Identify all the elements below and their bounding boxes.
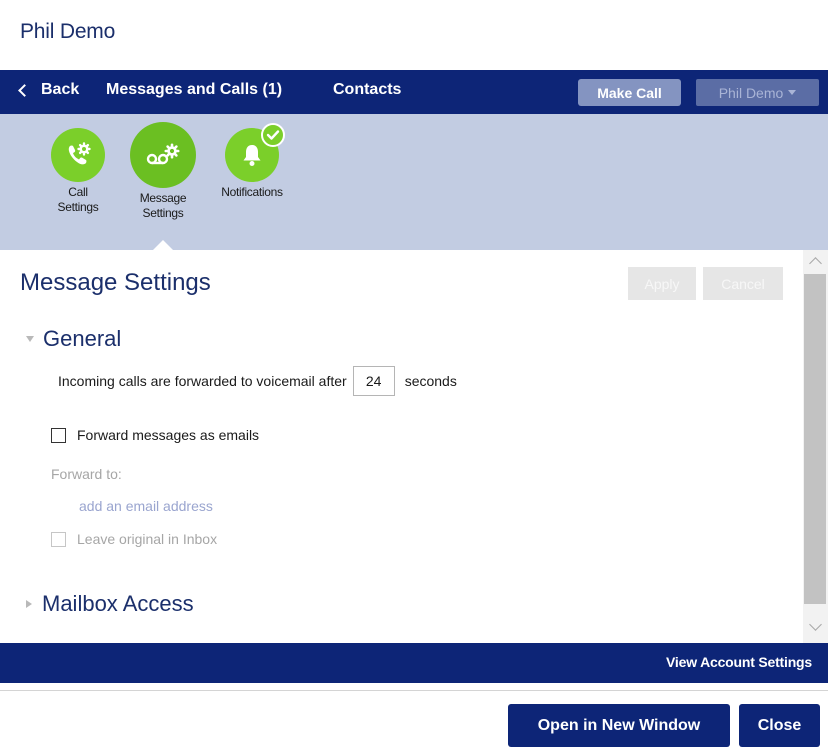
call-settings-circle bbox=[51, 128, 105, 182]
top-navbar: Back Messages and Calls (1) Contacts Mak… bbox=[0, 70, 828, 114]
notifications-circle bbox=[225, 123, 285, 182]
footer-divider bbox=[0, 690, 828, 691]
caret-down-icon bbox=[788, 90, 797, 95]
check-icon bbox=[266, 130, 280, 140]
forward-emails-label: Forward messages as emails bbox=[77, 427, 260, 443]
general-section-label: General bbox=[43, 326, 122, 351]
open-in-new-window-button[interactable]: Open in New Window bbox=[508, 704, 730, 747]
leave-original-checkbox[interactable] bbox=[51, 531, 66, 547]
close-button[interactable]: Close bbox=[739, 704, 820, 747]
call-settings-label: Call Settings bbox=[57, 185, 99, 214]
message-settings-item[interactable]: Message Settings bbox=[130, 122, 196, 221]
content-scrollbar[interactable] bbox=[803, 250, 828, 643]
check-badge bbox=[261, 123, 285, 147]
user-menu-label: Phil Demo bbox=[718, 84, 784, 101]
bell-icon bbox=[243, 145, 261, 166]
general-section-header[interactable]: General bbox=[26, 326, 121, 352]
triangle-down-icon bbox=[26, 336, 34, 342]
message-settings-label: Message Settings bbox=[139, 191, 187, 220]
settings-content: Message Settings Apply Cancel General In… bbox=[0, 250, 828, 643]
phone-gear-icon bbox=[68, 142, 91, 165]
mailbox-access-label: Mailbox Access bbox=[42, 591, 194, 616]
make-call-button[interactable]: Make Call bbox=[578, 79, 681, 106]
cancel-button[interactable]: Cancel bbox=[703, 267, 783, 300]
page-title: Message Settings bbox=[20, 269, 211, 296]
leave-original-row[interactable]: Leave original in Inbox bbox=[51, 531, 217, 547]
scroll-up-icon[interactable] bbox=[809, 257, 822, 270]
scroll-down-icon[interactable] bbox=[809, 618, 822, 631]
leave-original-label: Leave original in Inbox bbox=[77, 531, 218, 547]
view-account-settings-link[interactable]: View Account Settings bbox=[666, 654, 812, 670]
mailbox-access-section-header[interactable]: Mailbox Access bbox=[26, 591, 194, 617]
forward-delay-prefix: Incoming calls are forwarded to voicemai… bbox=[58, 373, 347, 389]
scroll-thumb[interactable] bbox=[804, 274, 826, 604]
message-settings-circle bbox=[130, 122, 196, 188]
forward-to-label: Forward to: bbox=[51, 466, 122, 482]
forward-emails-row[interactable]: Forward messages as emails bbox=[51, 427, 259, 443]
apply-button[interactable]: Apply bbox=[628, 267, 696, 300]
notifications-item[interactable]: Notifications bbox=[212, 123, 292, 200]
back-button[interactable]: Back bbox=[14, 81, 79, 99]
add-email-link[interactable]: add an email address bbox=[79, 498, 213, 514]
forward-delay-row: Incoming calls are forwarded to voicemai… bbox=[58, 366, 457, 396]
nav-messages-and-calls[interactable]: Messages and Calls (1) bbox=[106, 81, 282, 99]
user-menu-button[interactable]: Phil Demo bbox=[696, 79, 819, 106]
voicemail-gear-icon bbox=[146, 143, 180, 165]
forward-seconds-input[interactable] bbox=[352, 366, 395, 396]
triangle-right-icon bbox=[26, 600, 32, 608]
chevron-left-icon bbox=[18, 83, 31, 97]
forward-emails-checkbox[interactable] bbox=[51, 427, 66, 443]
call-settings-item[interactable]: Call Settings bbox=[50, 128, 106, 215]
notifications-label: Notifications bbox=[221, 185, 283, 199]
nav-contacts[interactable]: Contacts bbox=[333, 81, 401, 99]
back-label: Back bbox=[41, 81, 80, 98]
forward-delay-suffix: seconds bbox=[404, 373, 457, 389]
settings-icon-bar: Call Settings Message Settings Notificat… bbox=[0, 114, 828, 250]
footer-bar: View Account Settings bbox=[0, 643, 828, 683]
window-title: Phil Demo bbox=[20, 20, 116, 43]
